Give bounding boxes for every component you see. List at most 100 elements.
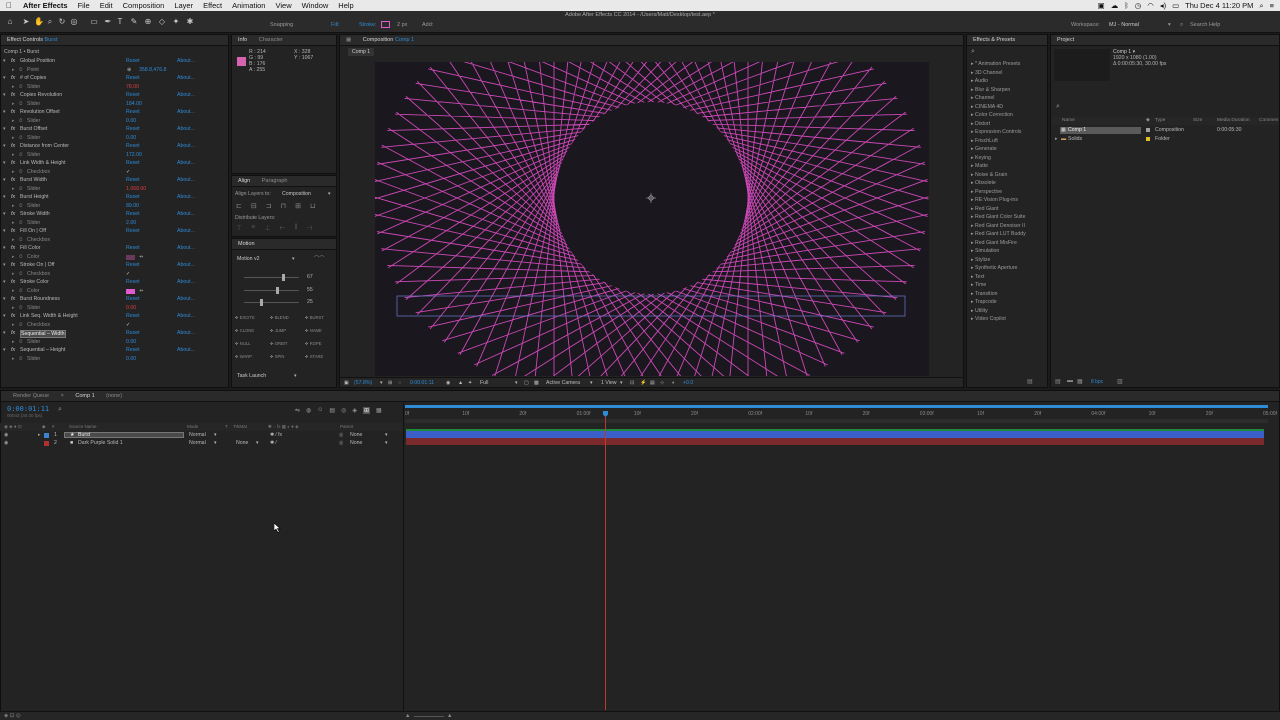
expand-icon[interactable]: ▾ (3, 312, 6, 321)
stopwatch-icon[interactable]: ⏱ (19, 66, 23, 75)
rectangle-tool-icon[interactable]: ▭ (90, 18, 98, 26)
effect-property-row[interactable]: Slider ▸ ⏱ 0.00 (3, 134, 228, 143)
effect-category[interactable]: ▸ Blur & Sharpen (971, 86, 1010, 95)
layer-bar-solid[interactable] (406, 438, 1264, 445)
motion-button[interactable]: ✣ NAME (305, 328, 322, 333)
expand-icon[interactable]: ▸ (12, 304, 15, 313)
expand-icon[interactable]: ▾ (3, 278, 6, 287)
effect-property-row[interactable]: Color ▸ ⏱ ⇸ (3, 253, 228, 262)
effect-category[interactable]: ▸ Text (971, 273, 984, 282)
search-help-icon[interactable]: ⌕ (1180, 22, 1183, 29)
layer-trkmat[interactable]: None (236, 439, 248, 447)
project-search-icon[interactable]: ⌕ (1056, 103, 1060, 111)
stopwatch-icon[interactable]: ⏱ (19, 253, 23, 262)
fx-toggle-icon[interactable]: fx (11, 244, 15, 253)
project-item-solids[interactable]: ▸ ▬ Solids Folder (1051, 135, 1279, 144)
reset-link[interactable]: Reset (126, 261, 140, 270)
bluetooth-icon[interactable]: ᛒ (1124, 1, 1129, 10)
motion-button[interactable]: ✣ JUMP (270, 328, 286, 333)
about-link[interactable]: About... (177, 125, 195, 134)
effect-row[interactable]: Burst Height ▾ fx Reset About... (3, 193, 228, 202)
reset-link[interactable]: Reset (126, 176, 140, 185)
pen-tool-icon[interactable]: ✒ (104, 18, 112, 26)
property-value[interactable]: 172.00 (126, 151, 142, 160)
motion-button[interactable]: ✣ ORBIT (270, 341, 287, 346)
layer-parent[interactable]: None (350, 439, 362, 447)
eraser-tool-icon[interactable]: ◇ (158, 18, 166, 26)
layer-name[interactable]: Dark Purple Solid 1 (78, 439, 123, 447)
about-link[interactable]: About... (177, 278, 195, 287)
reset-link[interactable]: Reset (126, 159, 140, 168)
effect-category[interactable]: ▸ 3D Channel (971, 69, 1002, 78)
col-parent[interactable]: Parent (340, 423, 353, 431)
lock-icon[interactable]: ▦ (346, 35, 351, 46)
effect-row[interactable]: Link Width & Height ▾ fx Reset About... (3, 159, 228, 168)
pickwhip-icon[interactable]: ◎ (339, 431, 344, 439)
motion-slider-2-handle[interactable] (276, 287, 279, 294)
about-link[interactable]: About... (177, 244, 195, 253)
effect-category[interactable]: ▸ Audio (971, 77, 988, 86)
wifi-icon[interactable]: ◠ (1147, 1, 1154, 10)
col-mode[interactable]: Mode (187, 423, 198, 431)
layer-mode[interactable]: Normal (189, 431, 206, 439)
col-type[interactable]: Type (1155, 117, 1165, 125)
camera-icon[interactable]: ▣ (1098, 1, 1105, 10)
motion-slider-1-handle[interactable] (282, 274, 285, 281)
effect-row[interactable]: Distance from Center ▾ fx Reset About... (3, 142, 228, 151)
chart-icon[interactable]: ▦ (376, 407, 382, 414)
time-machine-icon[interactable]: ◷ (1135, 1, 1142, 10)
reset-exposure-icon[interactable]: ◐ (672, 378, 675, 387)
effect-category[interactable]: ▸ Stylize (971, 256, 990, 265)
flowchart-icon[interactable]: ⊹ (660, 378, 664, 387)
tab-info[interactable]: Info (238, 35, 247, 46)
col-trkmat[interactable]: TrkMat (233, 423, 247, 431)
effect-row[interactable]: Revolution Offset ▾ fx Reset About... (3, 108, 228, 117)
motion-button[interactable]: ✣ STARE (305, 354, 323, 359)
col-t[interactable]: T (225, 423, 228, 431)
expand-icon[interactable]: ▸ (12, 236, 15, 245)
effect-category[interactable]: ▸ Utility (971, 307, 988, 316)
effect-property-row[interactable]: Slider ▸ ⏱ 78.00 (3, 83, 228, 92)
menu-view[interactable]: View (270, 0, 296, 11)
mode-chevron-icon[interactable]: ▾ (214, 431, 217, 439)
snapping-label[interactable]: Snapping (270, 22, 293, 28)
stopwatch-icon[interactable]: ⏱ (19, 304, 23, 313)
align-vcenter-icon[interactable]: ⊞ (295, 202, 301, 210)
layer-switches[interactable]: ✱ ⁄ fx (270, 431, 282, 439)
align-hcenter-icon[interactable]: ⊟ (251, 202, 257, 210)
align-bottom-icon[interactable]: ⊔ (310, 202, 315, 210)
clock[interactable]: Thu Dec 4 11:20 PM (1185, 1, 1253, 10)
timeline-divider[interactable] (403, 403, 404, 713)
color-swatch[interactable] (126, 288, 135, 294)
reset-link[interactable]: Reset (126, 210, 140, 219)
expand-icon[interactable]: ▾ (3, 346, 6, 355)
tab-effect-controls[interactable]: Effect Controls Burst (7, 35, 57, 46)
tag-icon[interactable]: ◆ (1146, 117, 1150, 125)
effect-category[interactable]: ▸ Time (971, 281, 986, 290)
about-link[interactable]: About... (177, 227, 195, 236)
about-link[interactable]: About... (177, 312, 195, 321)
stopwatch-icon[interactable]: ⏱ (19, 134, 23, 143)
frame-blend-icon[interactable]: ▤ (329, 407, 335, 414)
selection-tool-icon[interactable]: ➤ (22, 18, 30, 26)
expand-icon[interactable]: ▸ (12, 321, 15, 330)
motion-slider-3-handle[interactable] (260, 299, 263, 306)
layer-row[interactable]: ◉ ▸ 1 ★ Burst Normal ▾ ✱ ⁄ fx ◎ None ▾ (0, 431, 403, 439)
tab-paragraph[interactable]: Paragraph (262, 176, 288, 187)
effect-row[interactable]: Global Position ▾ fx Reset About... (3, 57, 228, 66)
project-trash-icon[interactable]: ▥ (1117, 378, 1123, 385)
expand-icon[interactable]: ▾ (3, 176, 6, 185)
property-value[interactable]: 184.00 (126, 100, 142, 109)
color-swatch[interactable] (126, 254, 135, 260)
expand-icon[interactable]: ▸ (12, 134, 15, 143)
always-preview-icon[interactable]: ▣ (344, 378, 349, 387)
distribute-top-icon[interactable]: ⊤ (236, 224, 242, 232)
visibility-icon[interactable]: ◉ (4, 439, 9, 447)
stopwatch-icon[interactable]: ⏱ (19, 100, 23, 109)
expand-icon[interactable]: ▾ (3, 227, 6, 236)
expand-icon[interactable]: ▾ (3, 142, 6, 151)
fx-toggle-icon[interactable]: fx (11, 108, 15, 117)
menu-file[interactable]: File (73, 0, 95, 11)
align-to-select[interactable]: Composition (282, 191, 311, 197)
time-ruler-track[interactable] (405, 419, 1268, 423)
